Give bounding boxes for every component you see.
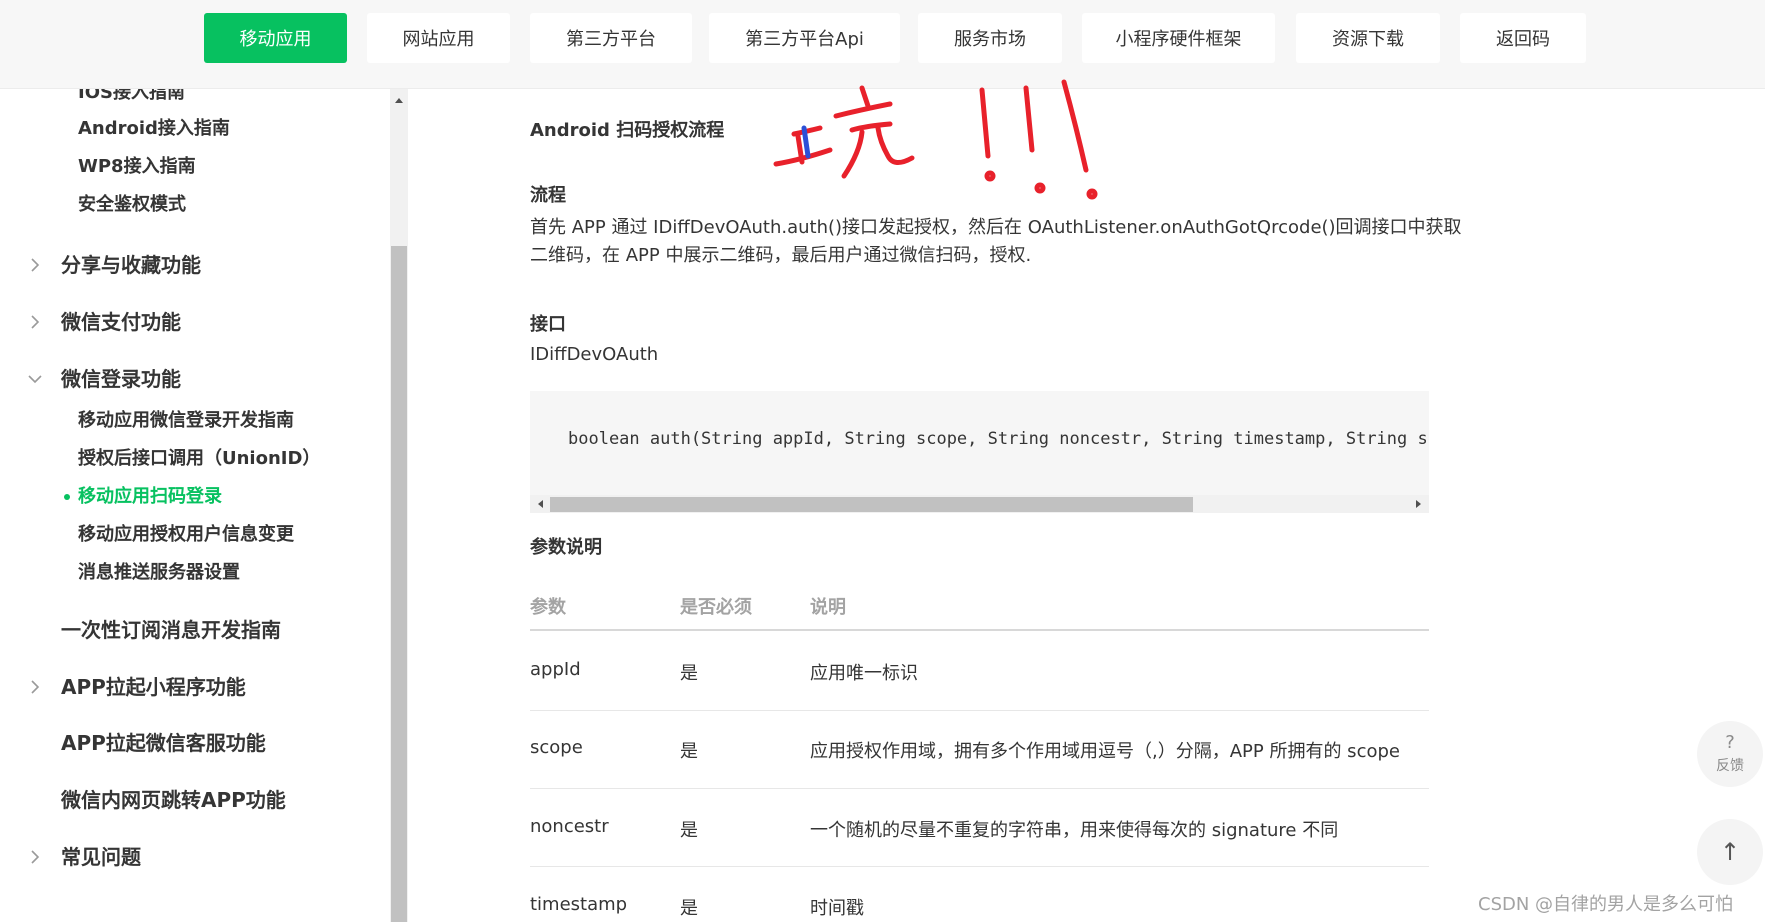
table-cell-desc: 一个随机的尽量不重复的字符串，用来使得每次的 signature 不同 (810, 820, 1339, 841)
arrow-up-icon: ↑ (1719, 838, 1741, 866)
table-cell-param: scope (530, 737, 583, 758)
code-horizontal-scrollbar[interactable] (530, 495, 1429, 513)
table-cell-desc: 应用唯一标识 (810, 663, 918, 684)
sidebar-item-userinfo-change[interactable]: 移动应用授权用户信息变更 (78, 523, 294, 547)
table-header-divider (530, 629, 1429, 631)
tab-third-party-platform[interactable]: 第三方平台 (530, 13, 692, 63)
api-heading: 接口 (530, 314, 566, 335)
scroll-up-arrow-icon[interactable] (394, 96, 404, 106)
sidebar-item-subscribe[interactable]: 一次性订阅消息开发指南 (61, 617, 281, 643)
table-cell-desc: 应用授权作用域，拥有多个作用域用逗号（,）分隔，APP 所拥有的 scope (810, 741, 1400, 762)
sidebar-item-unionid[interactable]: 授权后接口调用（UnionID） (78, 447, 320, 471)
table-row-divider (530, 788, 1429, 789)
table-header-desc: 说明 (810, 597, 846, 618)
params-heading: 参数说明 (530, 537, 602, 558)
flow-text-line-2: 二维码，在 APP 中展示二维码，最后用户通过微信扫码，授权. (530, 245, 1032, 266)
tab-miniprogram-hardware[interactable]: 小程序硬件框架 (1082, 13, 1275, 63)
scroll-right-arrow-icon[interactable] (1413, 499, 1423, 509)
sidebar-item-qrcode-login[interactable]: 移动应用扫码登录 (78, 485, 222, 509)
feedback-label: 反馈 (1716, 757, 1744, 774)
table-cell-required: 是 (680, 820, 698, 841)
sidebar-item-webjump[interactable]: 微信内网页跳转APP功能 (61, 787, 286, 813)
chevron-right-icon[interactable] (27, 257, 43, 273)
sidebar-scrollbar-thumb[interactable] (391, 246, 407, 922)
code-line: boolean auth(String appId, String scope,… (568, 429, 1429, 449)
handwritten-annotation (773, 79, 1098, 200)
flow-text-line-1: 首先 APP 通过 IDiffDevOAuth.auth()接口发起授权，然后在… (530, 217, 1462, 238)
sidebar-item-push-server[interactable]: 消息推送服务器设置 (78, 561, 240, 585)
scroll-left-arrow-icon[interactable] (536, 499, 546, 509)
table-header-param: 参数 (530, 597, 566, 618)
sidebar-item-android-guide[interactable]: Android接入指南 (78, 117, 230, 141)
flow-heading: 流程 (530, 185, 566, 206)
table-cell-param: noncestr (530, 816, 609, 837)
chevron-right-icon[interactable] (27, 849, 43, 865)
tab-mobile-app[interactable]: 移动应用 (204, 13, 347, 63)
sidebar-item-ios-guide[interactable]: IOS接入指南 (78, 89, 185, 105)
sidebar-item-security-auth[interactable]: 安全鉴权模式 (78, 193, 186, 217)
sidebar-item-share[interactable]: 分享与收藏功能 (61, 252, 201, 278)
table-row-divider (530, 710, 1429, 711)
tab-third-party-api[interactable]: 第三方平台Api (709, 13, 900, 63)
sidebar-item-miniprogram[interactable]: APP拉起小程序功能 (61, 674, 246, 700)
code-scrollbar-thumb[interactable] (550, 497, 1193, 512)
tab-service-market[interactable]: 服务市场 (918, 13, 1062, 63)
table-cell-param: appId (530, 659, 581, 680)
table-row-divider (530, 866, 1429, 867)
question-icon: ? (1725, 731, 1735, 753)
table-cell-param: timestamp (530, 894, 628, 915)
sidebar-item-login-dev-guide[interactable]: 移动应用微信登录开发指南 (78, 409, 294, 433)
table-cell-required: 是 (680, 898, 698, 919)
page-title: Android 扫码授权流程 (530, 120, 725, 141)
tab-resource-download[interactable]: 资源下载 (1296, 13, 1440, 63)
sidebar-item-faq[interactable]: 常见问题 (61, 844, 141, 870)
sidebar-item-wp8-guide[interactable]: WP8接入指南 (78, 155, 196, 179)
sidebar-item-login[interactable]: 微信登录功能 (61, 366, 181, 392)
chevron-right-icon[interactable] (27, 314, 43, 330)
table-cell-required: 是 (680, 663, 698, 684)
tab-return-codes[interactable]: 返回码 (1460, 13, 1586, 63)
sidebar: IOS接入指南 Android接入指南 WP8接入指南 安全鉴权模式 分享与收藏… (0, 89, 390, 922)
tab-website-app[interactable]: 网站应用 (367, 13, 510, 63)
chevron-down-icon[interactable] (27, 371, 43, 387)
api-name: IDiffDevOAuth (530, 344, 659, 365)
code-block: boolean auth(String appId, String scope,… (530, 391, 1429, 513)
watermark: CSDN @自律的男人是多么可怕 (1478, 894, 1734, 915)
table-cell-required: 是 (680, 741, 698, 762)
table-header-required: 是否必须 (680, 597, 752, 618)
chevron-right-icon[interactable] (27, 679, 43, 695)
feedback-button[interactable]: ? 反馈 (1697, 721, 1763, 787)
table-cell-desc: 时间戳 (810, 898, 864, 919)
back-to-top-button[interactable]: ↑ (1697, 819, 1763, 885)
sidebar-item-pay[interactable]: 微信支付功能 (61, 309, 181, 335)
sidebar-item-kefu[interactable]: APP拉起微信客服功能 (61, 730, 266, 756)
active-dot (64, 494, 70, 500)
